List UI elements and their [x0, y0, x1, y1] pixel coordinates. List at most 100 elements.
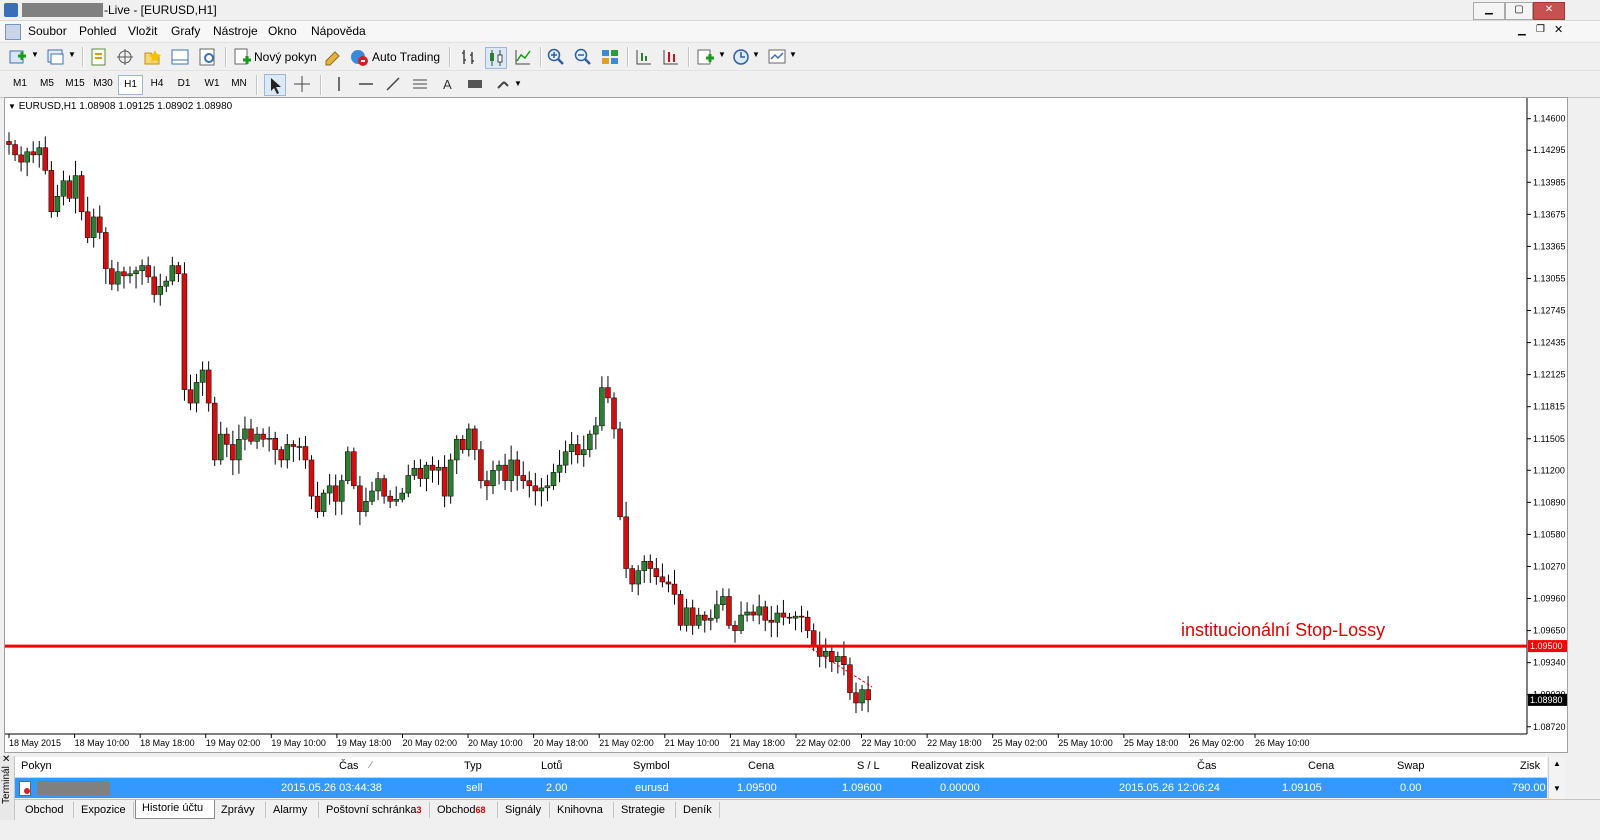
- horizontal-line-icon[interactable]: [356, 74, 376, 94]
- chart-collapse-arrow-icon[interactable]: ▼: [8, 102, 16, 111]
- dropdown-arrow-icon[interactable]: ▼: [752, 50, 760, 59]
- text-label-icon[interactable]: [465, 74, 485, 94]
- candle-body: [423, 464, 430, 479]
- menu-soubor[interactable]: Soubor: [28, 24, 67, 38]
- tab-den-k[interactable]: Deník: [677, 802, 720, 818]
- header-cena-close[interactable]: Cena: [1308, 760, 1334, 772]
- header-cas[interactable]: Čas: [339, 760, 359, 772]
- auto-trading-button[interactable]: Auto Trading: [372, 50, 440, 64]
- terminal-side-tab[interactable]: Terminál ✕: [0, 754, 15, 820]
- candle-body: [54, 195, 61, 213]
- tile-windows-icon[interactable]: [600, 47, 620, 67]
- zoom-in-icon[interactable]: [546, 47, 566, 67]
- timeframe-d1[interactable]: D1: [172, 75, 196, 93]
- scroll-down-icon[interactable]: ▼: [1549, 784, 1565, 793]
- auto-trading-icon[interactable]: [349, 47, 369, 67]
- candle-body: [593, 425, 599, 435]
- new-order-button[interactable]: Nový pokyn: [254, 50, 317, 64]
- scroll-up-icon[interactable]: ▲: [1549, 759, 1565, 768]
- channel-icon[interactable]: [410, 74, 430, 94]
- data-window-icon[interactable]: [115, 47, 135, 67]
- autoscroll-icon[interactable]: [661, 47, 681, 67]
- tab-alarmy[interactable]: Alarmy: [267, 802, 319, 818]
- header-lotu[interactable]: Lotů: [541, 760, 562, 772]
- candle-body: [532, 485, 539, 492]
- dropdown-arrow-icon[interactable]: ▼: [68, 50, 76, 59]
- terminal-icon[interactable]: [170, 47, 190, 67]
- vertical-line-icon[interactable]: [329, 74, 349, 94]
- timeframe-h1[interactable]: H1: [118, 75, 143, 95]
- tab-obchod[interactable]: Obchod: [19, 802, 74, 818]
- menu-pohled[interactable]: Pohled: [79, 24, 116, 38]
- tab-zpr-vy[interactable]: Zprávy: [215, 802, 266, 818]
- mdi-close-icon[interactable]: ✕: [1554, 23, 1563, 36]
- price-tick-label: 1.11505: [1533, 434, 1565, 444]
- tab-knihovna[interactable]: Knihovna: [551, 802, 614, 818]
- maximize-button[interactable]: ▢: [1505, 2, 1533, 20]
- menu-napoveda[interactable]: Nápověda: [311, 24, 366, 38]
- arrows-icon[interactable]: [494, 74, 514, 94]
- price-chart[interactable]: 1.14600 1.14295 1.13985 1.13675 1.13365 1.130…: [5, 98, 1567, 752]
- strategy-tester-icon[interactable]: [198, 47, 218, 67]
- tab-expozice[interactable]: Expozice: [75, 802, 134, 818]
- timeframe-h4[interactable]: H4: [145, 75, 169, 93]
- timeframe-w1[interactable]: W1: [200, 75, 224, 93]
- header-swap[interactable]: Swap: [1397, 760, 1425, 772]
- chart-window[interactable]: 1.14600 1.14295 1.13985 1.13675 1.13365 1.130…: [4, 97, 1568, 753]
- dropdown-arrow-icon[interactable]: ▼: [514, 79, 522, 88]
- header-typ[interactable]: Typ: [464, 760, 482, 772]
- new-order-icon[interactable]: [232, 47, 252, 67]
- header-realizovat-zisk[interactable]: Realizovat zisk: [911, 760, 984, 772]
- candle-body: [853, 692, 859, 704]
- menu-nastroje[interactable]: Nástroje: [213, 24, 258, 38]
- header-zisk[interactable]: Zisk: [1520, 760, 1540, 772]
- timeframe-m15[interactable]: M15: [62, 75, 88, 93]
- tab-historie-tu[interactable]: Historie účtu: [135, 800, 215, 819]
- templates-icon[interactable]: [767, 47, 787, 67]
- menu-vlozit[interactable]: Vložit: [128, 24, 157, 38]
- terminal-scrollbar[interactable]: ▲ ▼: [1548, 757, 1565, 799]
- dropdown-arrow-icon[interactable]: ▼: [789, 50, 797, 59]
- window-title: -Live - [EURUSD,H1]: [104, 3, 217, 17]
- menu-grafy[interactable]: Grafy: [171, 24, 200, 38]
- timeframe-mn[interactable]: MN: [227, 75, 251, 93]
- tab-sign-ly[interactable]: Signály: [499, 802, 550, 818]
- dropdown-arrow-icon[interactable]: ▼: [31, 50, 39, 59]
- crosshair-icon[interactable]: [292, 74, 312, 94]
- close-button[interactable]: ✕: [1533, 2, 1565, 20]
- bar-chart-icon[interactable]: [458, 47, 478, 67]
- menu-okno[interactable]: Okno: [268, 24, 297, 38]
- tab-strategie[interactable]: Strategie: [615, 802, 676, 818]
- zoom-out-icon[interactable]: [573, 47, 593, 67]
- text-tool-icon[interactable]: A: [438, 74, 458, 94]
- periods-clock-icon[interactable]: [731, 47, 751, 67]
- profiles-icon[interactable]: [46, 47, 66, 67]
- line-chart-icon[interactable]: [513, 47, 533, 67]
- navigator-icon[interactable]: [142, 47, 162, 67]
- mdi-restore-icon[interactable]: ❐: [1536, 24, 1545, 35]
- indicators-icon[interactable]: [696, 47, 716, 67]
- header-sl[interactable]: S / L: [857, 760, 880, 772]
- market-watch-icon[interactable]: [89, 47, 109, 67]
- chart-shift-icon[interactable]: [634, 47, 654, 67]
- header-pokyn[interactable]: Pokyn: [21, 760, 52, 772]
- dropdown-arrow-icon[interactable]: ▼: [718, 50, 726, 59]
- terminal-close-icon[interactable]: ✕: [2, 754, 10, 765]
- tab-obchod-2[interactable]: Obchod68: [431, 802, 498, 818]
- timeframe-m1[interactable]: M1: [8, 75, 32, 93]
- timeframe-m30[interactable]: M30: [90, 75, 116, 93]
- table-row[interactable]: 2015.05.26 03:44:38 sell 2.00 eurusd 1.0…: [15, 778, 1547, 798]
- header-symbol[interactable]: Symbol: [633, 760, 670, 772]
- candlestick-chart-icon[interactable]: [485, 47, 507, 69]
- cursor-icon[interactable]: [264, 74, 286, 96]
- candle-body: [599, 387, 605, 427]
- header-cena[interactable]: Cena: [748, 760, 774, 772]
- tab-po-tovn-schr-nka[interactable]: Poštovní schránka3: [320, 802, 430, 818]
- mdi-minimize-icon[interactable]: ▁: [1518, 25, 1526, 36]
- meta-editor-icon[interactable]: [323, 47, 343, 67]
- new-chart-icon[interactable]: [8, 47, 28, 67]
- minimize-button[interactable]: ▁: [1473, 2, 1505, 20]
- header-cas-close[interactable]: Čas: [1197, 760, 1217, 772]
- timeframe-m5[interactable]: M5: [35, 75, 59, 93]
- trendline-icon[interactable]: [383, 74, 403, 94]
